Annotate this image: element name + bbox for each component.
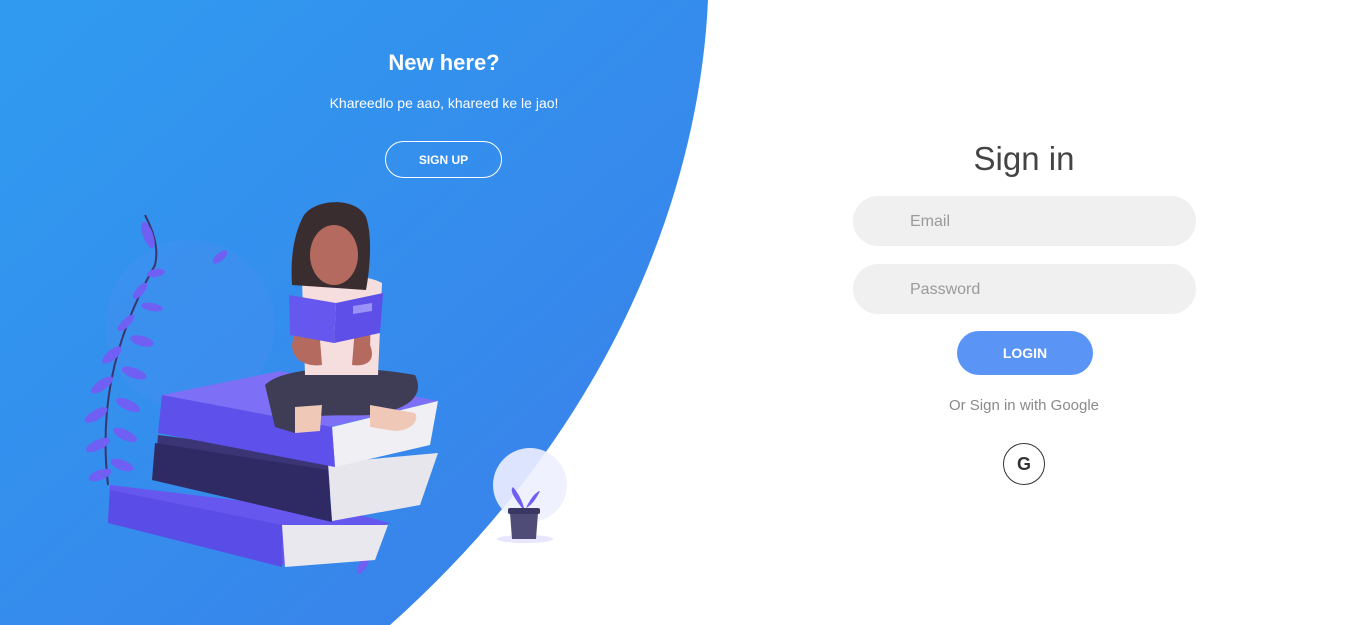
password-input[interactable] (908, 264, 1182, 316)
email-input[interactable] (908, 196, 1182, 248)
email-field[interactable] (853, 196, 1196, 248)
google-sign-in-text: Or Sign in with Google (948, 397, 1100, 414)
login-button[interactable]: LOGIN (957, 331, 1093, 375)
new-here-subtitle: Khareedlo pe aao, khareed ke le jao! (329, 95, 559, 111)
reading-on-books-illustration (84, 202, 567, 574)
google-icon: G (1016, 453, 1031, 474)
password-field[interactable] (853, 264, 1196, 316)
google-sign-in-button[interactable]: G (1003, 443, 1045, 485)
new-here-title: New here? (388, 50, 500, 75)
login-page: New here? Khareedlo pe aao, khareed ke l… (0, 0, 1366, 625)
sign-up-button[interactable]: SIGN UP (385, 141, 502, 178)
sign-in-title: Sign in (973, 140, 1075, 177)
